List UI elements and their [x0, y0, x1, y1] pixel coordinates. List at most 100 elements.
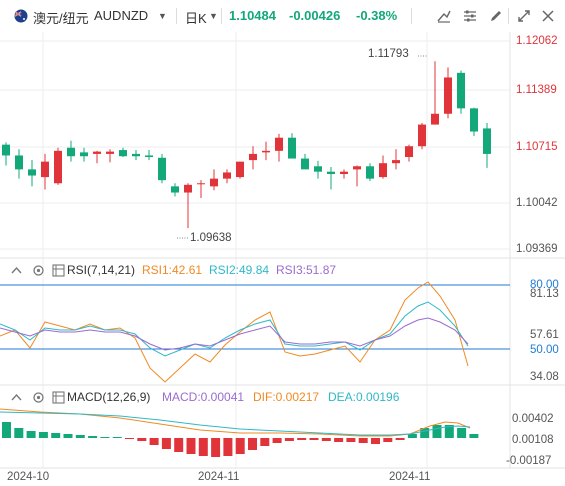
macd-bar: [186, 438, 196, 454]
rsi-header: RSI(7,14,21) RSI1:42.61 RSI2:49.84 RSI3:…: [10, 263, 410, 281]
macd-bar: [198, 438, 208, 456]
candle-body: [457, 72, 465, 109]
candle-body: [223, 172, 231, 179]
macd-bar: [75, 435, 85, 438]
macd-bar: [432, 425, 442, 438]
rsi-level-label: 50.00: [530, 344, 559, 356]
macd-bar: [223, 438, 233, 456]
candle-body: [366, 166, 374, 179]
price-axis-label: 1.11389: [516, 84, 557, 96]
macd-bar: [248, 438, 257, 450]
candle-body: [106, 151, 114, 154]
collapse-icon[interactable]: [10, 391, 23, 404]
macd-bar: [297, 438, 307, 440]
date-axis-label: 2024-10: [7, 471, 50, 483]
candle-body: [184, 184, 192, 193]
settings-gear-icon[interactable]: [32, 264, 45, 277]
candle-body: [197, 183, 205, 185]
macd-bar: [321, 438, 331, 441]
candle-body: [327, 171, 335, 175]
macd-bar: [112, 437, 122, 438]
candle-body: [340, 171, 348, 175]
rsi1-value: RSI1:42.61: [142, 263, 203, 277]
macd-bar: [371, 438, 380, 444]
candle-body: [262, 150, 270, 153]
candle-body: [418, 124, 426, 147]
candle-body: [314, 166, 322, 172]
price-axis-label: 1.12062: [516, 35, 558, 47]
macd-bar: [211, 438, 221, 457]
macd-bar: [309, 438, 319, 440]
high-price-marker: 1.11793: [368, 48, 409, 60]
macd-title: MACD(12,26,9): [67, 390, 151, 404]
macd-histogram: [2, 422, 479, 457]
macd-bar: [334, 438, 344, 442]
price-axis-label: 1.10042: [516, 197, 558, 209]
macd-bar: [174, 438, 184, 452]
rsi-axis-label: 57.61: [530, 329, 559, 341]
candle-body: [353, 166, 361, 170]
dif-value: DIF:0.00217: [253, 390, 320, 404]
candle-body: [132, 153, 140, 157]
macd-bar: [346, 438, 356, 442]
settings-gear-icon[interactable]: [32, 391, 45, 404]
indicator-list-icon[interactable]: [52, 264, 65, 277]
macd-bar: [383, 438, 393, 442]
candle-body: [171, 186, 179, 193]
candle-body: [2, 144, 10, 156]
candle-body: [392, 160, 400, 164]
candle-body: [93, 151, 101, 154]
macd-bar: [100, 437, 110, 438]
dea-line: [0, 411, 471, 436]
macd-bar: [125, 438, 134, 439]
candle-body: [119, 150, 127, 157]
rsi-title: RSI(7,14,21): [67, 263, 136, 277]
rsi-axis-label: 34.08: [530, 371, 559, 383]
macd-bar: [260, 438, 270, 446]
candle-body: [275, 137, 283, 151]
macd-lines: [0, 408, 471, 437]
candle-body: [15, 155, 23, 170]
rsi2-value: RSI2:49.84: [209, 263, 270, 277]
candle-body: [431, 113, 439, 125]
candle-body: [236, 161, 244, 178]
macd-bar: [235, 438, 245, 454]
candle-body: [379, 163, 387, 178]
candle-body: [28, 169, 36, 176]
candle-body: [444, 77, 452, 114]
candle-body: [80, 152, 88, 157]
candle-body: [483, 128, 491, 154]
candle-body: [288, 137, 296, 159]
macd-bar: [14, 428, 24, 438]
macd-bar: [149, 438, 159, 445]
rsi3-value: RSI3:51.87: [276, 263, 337, 277]
macd-axis-label: 0.00108: [512, 434, 554, 446]
price-axis-label: 1.10715: [516, 141, 558, 153]
macd-value: MACD:0.00041: [162, 390, 245, 404]
rsi3-line: [0, 317, 469, 351]
macd-header: MACD(12,26,9) MACD:0.00041 DIF:0.00217 D…: [10, 390, 430, 408]
macd-bar: [407, 434, 417, 438]
macd-bar: [2, 422, 11, 438]
price-axis-label: 1.09369: [516, 243, 558, 255]
candle-body: [301, 158, 309, 170]
low-price-marker: 1.09638: [190, 232, 232, 244]
dif-line: [0, 408, 471, 437]
indicator-list-icon[interactable]: [52, 391, 65, 404]
candle-body: [405, 146, 413, 158]
rsi-series: [0, 281, 510, 383]
candle-body: [470, 108, 478, 132]
macd-bar: [38, 432, 48, 438]
collapse-icon[interactable]: [10, 264, 23, 277]
macd-axis-label: 0.00402: [512, 413, 554, 425]
macd-bar: [284, 438, 294, 441]
chart-canvas[interactable]: [0, 0, 565, 486]
macd-bar: [161, 438, 171, 449]
macd-bar: [395, 438, 405, 440]
date-axis-label: 2024-11: [198, 471, 240, 483]
candle-body: [41, 161, 49, 178]
macd-bar: [358, 438, 368, 443]
candle-body: [249, 153, 257, 161]
date-axis-label: 2024-11: [389, 471, 431, 483]
macd-bar: [51, 433, 61, 438]
